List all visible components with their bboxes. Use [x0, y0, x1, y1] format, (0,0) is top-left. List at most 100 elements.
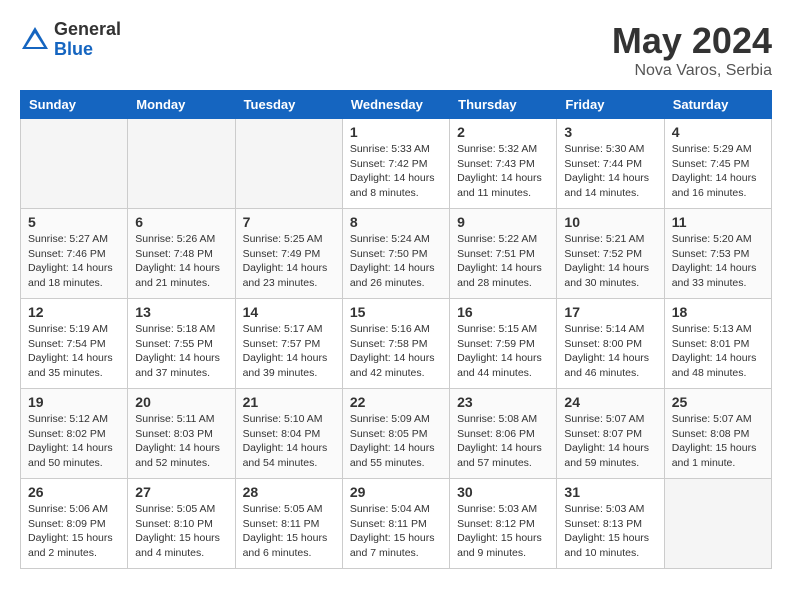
day-info: Sunrise: 5:20 AM Sunset: 7:53 PM Dayligh… — [672, 232, 764, 291]
location: Nova Varos, Serbia — [612, 62, 772, 80]
calendar-cell: 24 Sunrise: 5:07 AM Sunset: 8:07 PM Dayli… — [557, 389, 664, 479]
calendar-cell — [128, 119, 235, 209]
logo: General Blue — [20, 20, 121, 60]
day-info: Sunrise: 5:16 AM Sunset: 7:58 PM Dayligh… — [350, 322, 442, 381]
weekday-header-row: SundayMondayTuesdayWednesdayThursdayFrid… — [21, 91, 772, 119]
page-header: General Blue May 2024 Nova Varos, Serbia — [20, 20, 772, 80]
calendar-cell: 3 Sunrise: 5:30 AM Sunset: 7:44 PM Daylig… — [557, 119, 664, 209]
calendar-cell: 6 Sunrise: 5:26 AM Sunset: 7:48 PM Daylig… — [128, 209, 235, 299]
calendar-week-4: 19 Sunrise: 5:12 AM Sunset: 8:02 PM Dayli… — [21, 389, 772, 479]
calendar-week-3: 12Sunrise: 5:19 AM Sunset: 7:54 PM Dayli… — [21, 299, 772, 389]
calendar-cell — [235, 119, 342, 209]
month-year: May 2024 — [612, 20, 772, 62]
day-info: Sunrise: 5:05 AM Sunset: 8:11 PM Dayligh… — [243, 502, 335, 561]
day-number: 30 — [457, 484, 549, 500]
calendar-cell — [664, 479, 771, 569]
calendar-cell: 21 Sunrise: 5:10 AM Sunset: 8:04 PM Dayli… — [235, 389, 342, 479]
day-number: 15 — [350, 304, 442, 320]
day-info: Sunrise: 5:19 AM Sunset: 7:54 PM Dayligh… — [28, 322, 120, 381]
weekday-header-saturday: Saturday — [664, 91, 771, 119]
day-number: 3 — [564, 124, 656, 140]
logo-text: General Blue — [54, 20, 121, 60]
day-number: 20 — [135, 394, 227, 410]
calendar-cell: 2 Sunrise: 5:32 AM Sunset: 7:43 PM Daylig… — [450, 119, 557, 209]
day-number: 21 — [243, 394, 335, 410]
calendar-cell: 19 Sunrise: 5:12 AM Sunset: 8:02 PM Dayli… — [21, 389, 128, 479]
day-info: Sunrise: 5:24 AM Sunset: 7:50 PM Dayligh… — [350, 232, 442, 291]
calendar-table: SundayMondayTuesdayWednesdayThursdayFrid… — [20, 90, 772, 569]
day-number: 2 — [457, 124, 549, 140]
calendar-cell: 25Sunrise: 5:07 AM Sunset: 8:08 PM Dayli… — [664, 389, 771, 479]
calendar-cell: 5Sunrise: 5:27 AM Sunset: 7:46 PM Daylig… — [21, 209, 128, 299]
day-number: 13 — [135, 304, 227, 320]
day-info: Sunrise: 5:13 AM Sunset: 8:01 PM Dayligh… — [672, 322, 764, 381]
day-number: 4 — [672, 124, 764, 140]
calendar-cell: 20 Sunrise: 5:11 AM Sunset: 8:03 PM Dayli… — [128, 389, 235, 479]
day-number: 23 — [457, 394, 549, 410]
day-info: Sunrise: 5:07 AM Sunset: 8:07 PM Dayligh… — [564, 412, 656, 471]
day-number: 19 — [28, 394, 120, 410]
day-info: Sunrise: 5:27 AM Sunset: 7:46 PM Dayligh… — [28, 232, 120, 291]
day-number: 10 — [564, 214, 656, 230]
day-info: Sunrise: 5:32 AM Sunset: 7:43 PM Dayligh… — [457, 142, 549, 201]
day-number: 17 — [564, 304, 656, 320]
calendar-cell: 8 Sunrise: 5:24 AM Sunset: 7:50 PM Daylig… — [342, 209, 449, 299]
day-info: Sunrise: 5:17 AM Sunset: 7:57 PM Dayligh… — [243, 322, 335, 381]
calendar-cell: 10 Sunrise: 5:21 AM Sunset: 7:52 PM Dayli… — [557, 209, 664, 299]
day-info: Sunrise: 5:15 AM Sunset: 7:59 PM Dayligh… — [457, 322, 549, 381]
weekday-header-tuesday: Tuesday — [235, 91, 342, 119]
weekday-header-sunday: Sunday — [21, 91, 128, 119]
calendar-cell — [21, 119, 128, 209]
day-number: 16 — [457, 304, 549, 320]
day-info: Sunrise: 5:29 AM Sunset: 7:45 PM Dayligh… — [672, 142, 764, 201]
day-number: 27 — [135, 484, 227, 500]
day-info: Sunrise: 5:10 AM Sunset: 8:04 PM Dayligh… — [243, 412, 335, 471]
weekday-header-thursday: Thursday — [450, 91, 557, 119]
day-info: Sunrise: 5:22 AM Sunset: 7:51 PM Dayligh… — [457, 232, 549, 291]
day-info: Sunrise: 5:12 AM Sunset: 8:02 PM Dayligh… — [28, 412, 120, 471]
calendar-cell: 28Sunrise: 5:05 AM Sunset: 8:11 PM Dayli… — [235, 479, 342, 569]
calendar-week-5: 26 Sunrise: 5:06 AM Sunset: 8:09 PM Dayli… — [21, 479, 772, 569]
day-number: 25 — [672, 394, 764, 410]
day-number: 22 — [350, 394, 442, 410]
day-info: Sunrise: 5:30 AM Sunset: 7:44 PM Dayligh… — [564, 142, 656, 201]
day-info: Sunrise: 5:03 AM Sunset: 8:13 PM Dayligh… — [564, 502, 656, 561]
logo-general-text: General — [54, 20, 121, 40]
calendar-cell: 1Sunrise: 5:33 AM Sunset: 7:42 PM Daylig… — [342, 119, 449, 209]
day-number: 9 — [457, 214, 549, 230]
day-number: 26 — [28, 484, 120, 500]
day-number: 1 — [350, 124, 442, 140]
day-number: 31 — [564, 484, 656, 500]
day-number: 8 — [350, 214, 442, 230]
calendar-cell: 11 Sunrise: 5:20 AM Sunset: 7:53 PM Dayli… — [664, 209, 771, 299]
weekday-header-friday: Friday — [557, 91, 664, 119]
calendar-cell: 13Sunrise: 5:18 AM Sunset: 7:55 PM Dayli… — [128, 299, 235, 389]
calendar-cell: 27Sunrise: 5:05 AM Sunset: 8:10 PM Dayli… — [128, 479, 235, 569]
day-number: 6 — [135, 214, 227, 230]
logo-icon — [20, 25, 50, 55]
calendar-week-1: 1Sunrise: 5:33 AM Sunset: 7:42 PM Daylig… — [21, 119, 772, 209]
day-info: Sunrise: 5:21 AM Sunset: 7:52 PM Dayligh… — [564, 232, 656, 291]
calendar-week-2: 5Sunrise: 5:27 AM Sunset: 7:46 PM Daylig… — [21, 209, 772, 299]
calendar-cell: 17 Sunrise: 5:14 AM Sunset: 8:00 PM Dayli… — [557, 299, 664, 389]
day-number: 11 — [672, 214, 764, 230]
calendar-cell: 30 Sunrise: 5:03 AM Sunset: 8:12 PM Dayli… — [450, 479, 557, 569]
day-info: Sunrise: 5:26 AM Sunset: 7:48 PM Dayligh… — [135, 232, 227, 291]
calendar-cell: 7Sunrise: 5:25 AM Sunset: 7:49 PM Daylig… — [235, 209, 342, 299]
calendar-cell: 12Sunrise: 5:19 AM Sunset: 7:54 PM Dayli… — [21, 299, 128, 389]
calendar-cell: 9 Sunrise: 5:22 AM Sunset: 7:51 PM Daylig… — [450, 209, 557, 299]
day-info: Sunrise: 5:25 AM Sunset: 7:49 PM Dayligh… — [243, 232, 335, 291]
day-info: Sunrise: 5:03 AM Sunset: 8:12 PM Dayligh… — [457, 502, 549, 561]
calendar-cell: 26 Sunrise: 5:06 AM Sunset: 8:09 PM Dayli… — [21, 479, 128, 569]
calendar-cell: 15 Sunrise: 5:16 AM Sunset: 7:58 PM Dayli… — [342, 299, 449, 389]
day-info: Sunrise: 5:06 AM Sunset: 8:09 PM Dayligh… — [28, 502, 120, 561]
day-info: Sunrise: 5:14 AM Sunset: 8:00 PM Dayligh… — [564, 322, 656, 381]
day-info: Sunrise: 5:08 AM Sunset: 8:06 PM Dayligh… — [457, 412, 549, 471]
calendar-cell: 18 Sunrise: 5:13 AM Sunset: 8:01 PM Dayli… — [664, 299, 771, 389]
calendar-cell: 4 Sunrise: 5:29 AM Sunset: 7:45 PM Daylig… — [664, 119, 771, 209]
day-number: 18 — [672, 304, 764, 320]
calendar-cell: 23 Sunrise: 5:08 AM Sunset: 8:06 PM Dayli… — [450, 389, 557, 479]
day-info: Sunrise: 5:11 AM Sunset: 8:03 PM Dayligh… — [135, 412, 227, 471]
day-number: 24 — [564, 394, 656, 410]
calendar-cell: 16 Sunrise: 5:15 AM Sunset: 7:59 PM Dayli… — [450, 299, 557, 389]
